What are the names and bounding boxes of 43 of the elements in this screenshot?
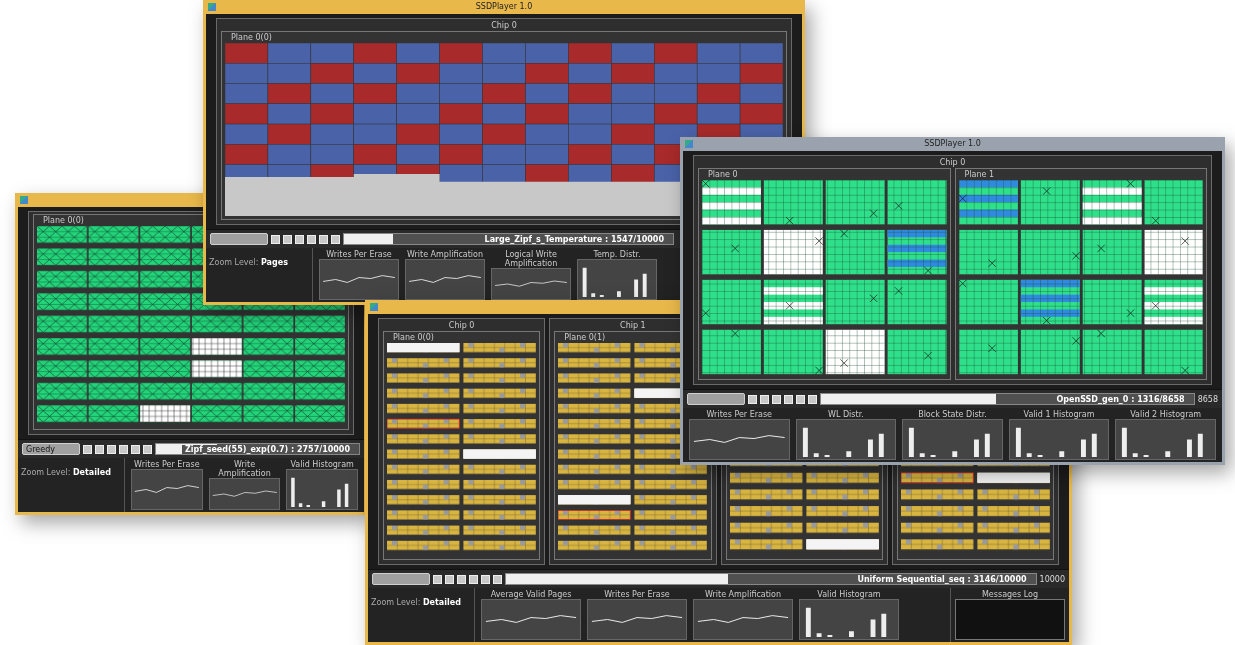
plane-label: Plane 0 — [707, 170, 739, 180]
chart-title: Temp. Distr. — [592, 250, 642, 259]
window-title: SSDPlayer 1.0 — [924, 139, 981, 149]
chart-title: Valid 2 Histogram — [1129, 410, 1203, 419]
chart-title: Write Amplification — [217, 460, 272, 478]
window-title: SSDPlayer 1.0 — [475, 2, 533, 12]
total-count: 10000 — [1039, 574, 1065, 584]
chip-label: Chip 0 — [938, 158, 967, 168]
plane-label: Plane 0(0) — [42, 216, 85, 226]
chart-title: Valid Histogram — [816, 590, 882, 599]
zoom-level-text: Zoom Level: Detailed — [21, 468, 111, 477]
chart-title: Valid 1 Histogram — [1022, 410, 1096, 419]
chart-title: Valid Histogram — [289, 460, 355, 469]
chart-title: WL Distr. — [827, 410, 865, 419]
plane-label: Plane 0(0) — [230, 33, 273, 43]
chip-label: Chip 0 — [490, 21, 518, 31]
chart-title: Write Amplification — [405, 250, 485, 259]
chart-title: Writes Per Erase — [325, 250, 393, 259]
plane-label: Plane 0(0) — [392, 333, 435, 343]
panel-title: Messages Log — [980, 590, 1040, 599]
chart-title: Writes Per Erase — [705, 410, 774, 419]
chart-title: Writes Per Erase — [133, 460, 201, 469]
bar-chart — [286, 469, 358, 510]
chart-title: Writes Per Erase — [603, 590, 671, 599]
chart-title: Block State Distr. — [917, 410, 988, 419]
app-icon — [208, 3, 216, 11]
app-icon — [20, 196, 28, 204]
plane-label: Plane 1 — [963, 170, 996, 180]
plane-label: Plane 0(1) — [563, 333, 607, 343]
progress-label: OpenSSD_gen_0 : 1316/8658 — [1053, 394, 1188, 404]
app-icon — [685, 140, 693, 148]
zoom-level-text: Zoom Level: Detailed — [371, 598, 461, 607]
progress-label: Zipf_seed(55)_exp(0.7) : 2757/10000 — [181, 444, 353, 454]
total-count: 8658 — [1197, 394, 1218, 404]
chart-title: Logical Write Amplification — [503, 250, 559, 268]
app-icon — [370, 303, 378, 311]
line-chart — [131, 469, 203, 510]
chart-title: Write Amplification — [703, 590, 783, 599]
zoom-level-text: Zoom Level: Pages — [209, 258, 288, 267]
chart-title: Average Valid Pages — [489, 590, 573, 599]
chip-label: Chip 1 — [619, 321, 647, 331]
algorithm-dropdown[interactable]: Greedy — [22, 443, 80, 455]
chip-label: Chip 0 — [447, 321, 476, 331]
